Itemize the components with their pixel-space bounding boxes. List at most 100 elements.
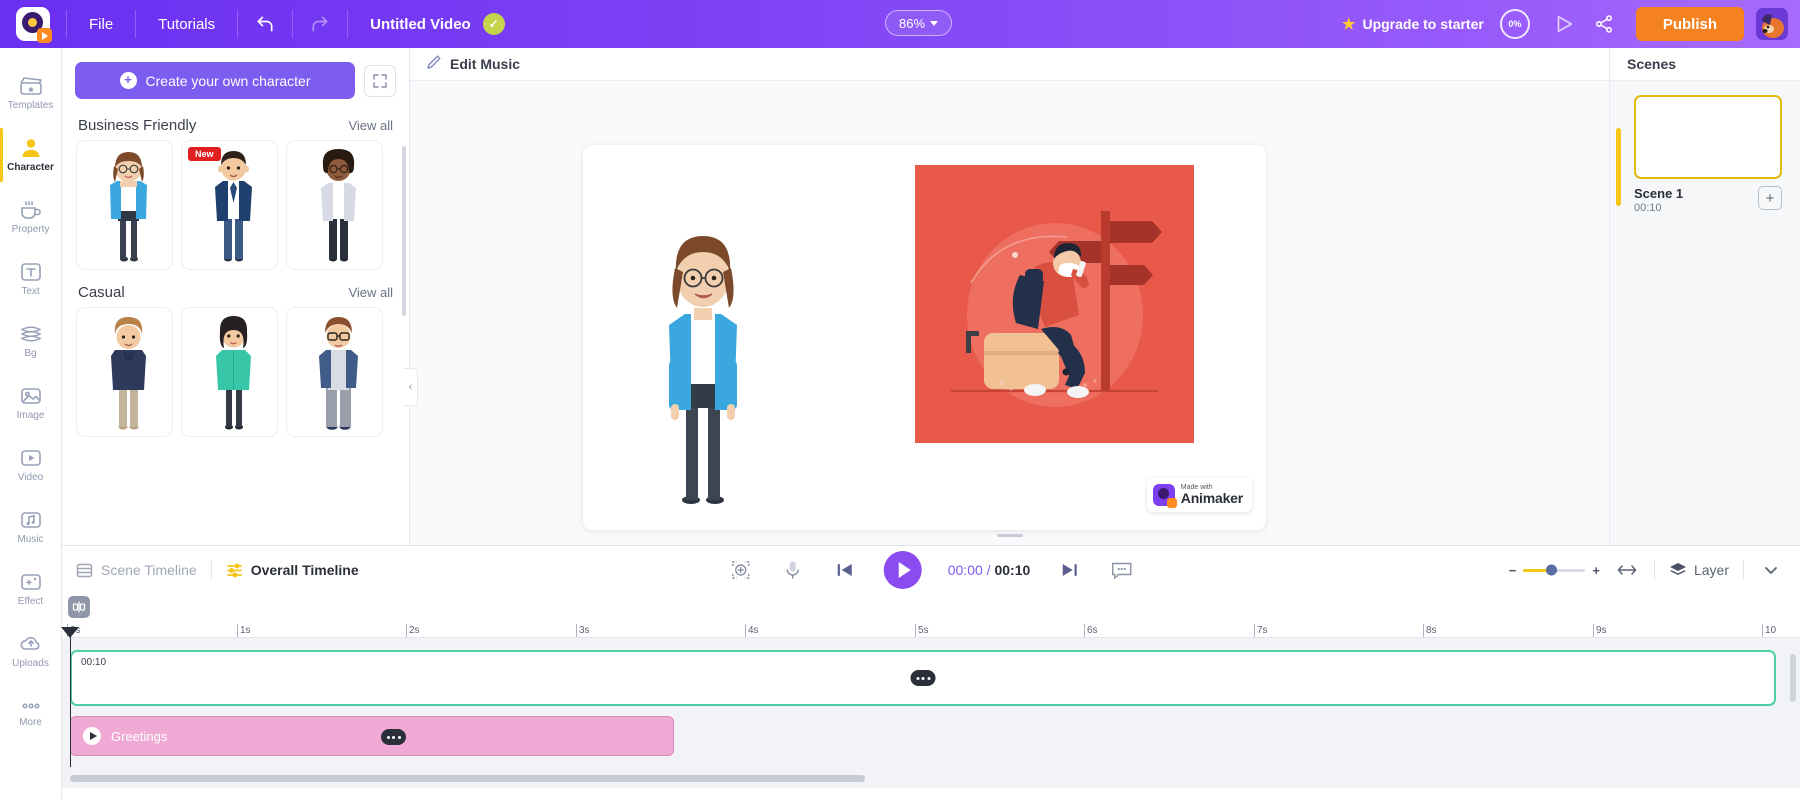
character-card-1[interactable] <box>76 140 173 270</box>
pencil-edit-icon <box>426 54 442 75</box>
rail-item-uploads[interactable]: Uploads <box>0 620 62 682</box>
workspace: Edit Music <box>410 48 1610 545</box>
scene-track[interactable]: 00:10 <box>70 650 1776 706</box>
character-card-2[interactable]: New <box>181 140 278 270</box>
rail-label: Bg <box>24 348 36 359</box>
zoom-knob[interactable] <box>1546 565 1557 576</box>
divider <box>1654 560 1655 580</box>
playhead-marker[interactable] <box>61 627 79 638</box>
timeline-toolbar: Scene Timeline Overall Timeline 00:00 / … <box>62 546 1800 594</box>
playhead-split-icon[interactable] <box>68 596 90 618</box>
collapse-panel-button[interactable]: ‹ <box>404 368 418 406</box>
create-button-label: Create your own character <box>146 73 311 89</box>
playhead-line <box>70 637 71 767</box>
timeline-zoom-slider[interactable]: − + <box>1509 563 1600 578</box>
canvas-illustration[interactable] <box>915 165 1194 443</box>
chevron-down-icon[interactable] <box>1758 557 1784 583</box>
character-card-4[interactable] <box>76 307 173 437</box>
scenes-list: Scene 1 00:10 + <box>1610 81 1800 545</box>
file-menu[interactable]: File <box>67 0 135 48</box>
ruler-tick-5: 5s <box>918 625 929 636</box>
scene-duration: 00:10 <box>1634 202 1683 214</box>
add-scene-button[interactable]: + <box>1758 186 1782 210</box>
undo-icon[interactable] <box>238 0 292 48</box>
scene-meta-1: Scene 1 00:10 + <box>1634 186 1782 214</box>
rail-label: Video <box>18 472 43 483</box>
scene-thumbnail-1[interactable] <box>1634 95 1782 179</box>
rail-label: Text <box>21 286 39 297</box>
character-cards-casual <box>62 307 409 437</box>
section-header-casual: Casual View all <box>62 270 409 307</box>
microphone-icon[interactable] <box>780 557 806 583</box>
plus-icon: + <box>120 72 137 89</box>
create-own-character-button[interactable]: + Create your own character <box>75 62 355 99</box>
rail-item-templates[interactable]: Templates <box>0 62 62 124</box>
character-library-panel: + Create your own character Business Fri… <box>62 48 410 545</box>
publish-button[interactable]: Publish <box>1636 7 1744 41</box>
audio-track[interactable]: Greetings <box>70 716 674 756</box>
divider <box>1743 560 1744 580</box>
stage-area: Made with Animaker <box>410 81 1610 545</box>
tutorials-menu[interactable]: Tutorials <box>136 0 237 48</box>
zoom-level-value: 86% <box>899 16 925 31</box>
character-card-5[interactable] <box>181 307 278 437</box>
user-avatar[interactable] <box>1756 8 1788 40</box>
tab-scene-timeline[interactable]: Scene Timeline <box>62 546 211 594</box>
playback-controls: 00:00 / 00:10 <box>728 551 1135 589</box>
upgrade-button[interactable]: ★ Upgrade to starter <box>1342 15 1484 33</box>
workspace-header: Edit Music <box>410 48 1609 81</box>
rail-item-effect[interactable]: Effect <box>0 558 62 620</box>
rail-item-music[interactable]: Music <box>0 496 62 558</box>
zoom-level-selector[interactable]: 86% <box>885 10 952 36</box>
animaker-logo-icon[interactable] <box>16 7 50 41</box>
rail-item-character[interactable]: Character <box>0 124 62 186</box>
total-time: 00:10 <box>994 562 1030 578</box>
timeline-horizontal-scrollbar[interactable] <box>70 775 865 782</box>
character-card-6[interactable] <box>286 307 383 437</box>
preview-play-icon[interactable] <box>1544 0 1584 48</box>
character-card-3[interactable] <box>286 140 383 270</box>
rail-item-more[interactable]: More <box>0 682 62 744</box>
timeline-ruler[interactable]: 0s 1s 2s 3s 4s 5s 6s 7s 8s 9s 10 <box>62 594 1800 638</box>
time-separator: / <box>987 562 991 578</box>
video-canvas[interactable]: Made with Animaker <box>583 145 1266 530</box>
fit-width-icon[interactable] <box>1614 557 1640 583</box>
expand-fullscreen-icon[interactable] <box>364 65 396 97</box>
zoom-out-button[interactable]: − <box>1509 563 1517 578</box>
rail-item-video[interactable]: Video <box>0 434 62 496</box>
canvas-character[interactable] <box>647 210 757 510</box>
scene-track-menu-icon[interactable] <box>911 670 936 686</box>
layer-button[interactable]: Layer <box>1669 562 1729 578</box>
audio-track-menu-icon[interactable] <box>381 729 406 745</box>
cloud-saved-glyph: ✓ <box>489 17 499 31</box>
skip-next-icon[interactable] <box>1056 557 1082 583</box>
rail-label: Templates <box>8 100 54 111</box>
focus-target-icon[interactable] <box>728 557 754 583</box>
canvas-resize-handle[interactable] <box>997 534 1023 537</box>
audio-preview-play-icon[interactable] <box>83 727 101 745</box>
zoom-in-button[interactable]: + <box>1592 563 1600 578</box>
timeline-vertical-scrollbar[interactable] <box>1790 654 1796 702</box>
share-icon[interactable] <box>1584 0 1624 48</box>
section-title: Business Friendly <box>78 117 196 134</box>
project-title[interactable]: Untitled Video <box>348 16 471 33</box>
ruler-tick-4: 4s <box>748 625 759 636</box>
ruler-tick-10: 10 <box>1765 625 1776 636</box>
view-all-casual[interactable]: View all <box>348 285 393 300</box>
zoom-track[interactable] <box>1523 569 1585 572</box>
skip-previous-icon[interactable] <box>832 557 858 583</box>
timeline-right-controls: − + Layer <box>1509 557 1800 583</box>
rail-item-image[interactable]: Image <box>0 372 62 434</box>
ruler-tick-2: 2s <box>409 625 420 636</box>
view-all-business-friendly[interactable]: View all <box>348 118 393 133</box>
ruler-tick-6: 6s <box>1087 625 1098 636</box>
tab-overall-timeline[interactable]: Overall Timeline <box>212 546 373 594</box>
rail-item-text[interactable]: Text <box>0 248 62 310</box>
caption-bubble-icon[interactable] <box>1108 557 1134 583</box>
play-button[interactable] <box>884 551 922 589</box>
redo-icon[interactable] <box>293 0 347 48</box>
library-scrollbar[interactable] <box>402 146 406 316</box>
rail-item-bg[interactable]: Bg <box>0 310 62 372</box>
usage-percent-badge[interactable]: 0% <box>1500 9 1530 39</box>
rail-item-property[interactable]: Property <box>0 186 62 248</box>
